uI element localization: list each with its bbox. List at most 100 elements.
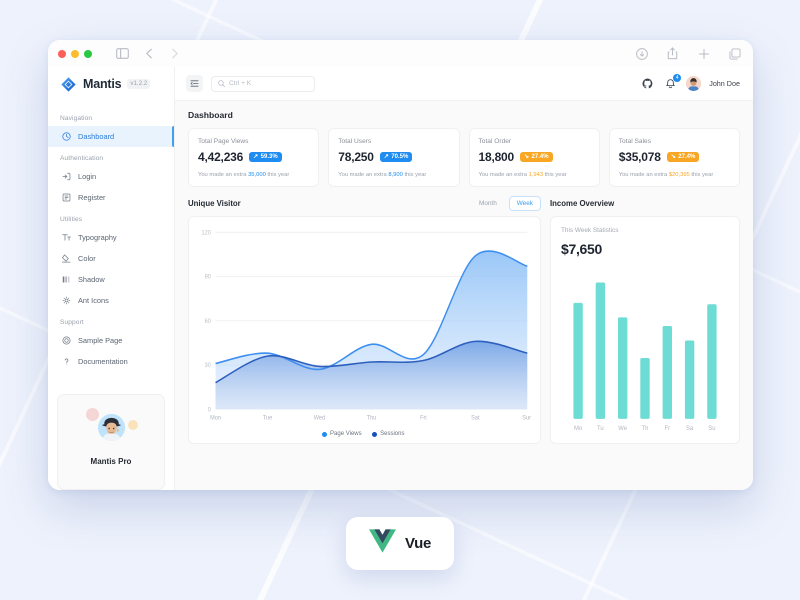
sidebar-item-ant-icons[interactable]: Ant Icons [48, 290, 174, 311]
stat-card-total-page-views[interactable]: Total Page Views 4,42,236 ↗ 59.3% You ma… [188, 128, 320, 187]
content-area: Dashboard Total Page Views 4,42,236 ↗ 59… [175, 101, 753, 490]
sidebar-item-sample-page[interactable]: Sample Page [48, 330, 174, 351]
sidebar-nav: Navigation Dashboard Authentication Logi… [48, 101, 174, 388]
stat-label: Total Users [338, 138, 372, 145]
ant-icons-icon [62, 296, 71, 305]
bar [618, 317, 628, 419]
stat-label: Total Page Views [198, 138, 249, 145]
vue-logo [368, 529, 396, 558]
sidebar-item-label: Documentation [78, 357, 128, 366]
area-chart[interactable]: 0 30 60 90 120 Mon Tue Wed Thu Fri Sat Sun [195, 226, 531, 426]
sidebar-item-label: Sample Page [78, 336, 123, 345]
income-subtitle: This Week Statistics [561, 227, 619, 234]
status-badge: ↗ 70.5% [379, 152, 413, 162]
sidebar-item-label: Login [78, 172, 97, 181]
chevron-right-icon[interactable] [166, 45, 183, 62]
app-shell: Mantis v1.2.2 Navigation Dashboard Authe… [48, 67, 753, 490]
stat-card-total-users[interactable]: Total Users 78,250 ↗ 70.5% You made an e… [328, 128, 460, 187]
legend-item-page-views[interactable]: Page Views [321, 431, 362, 437]
user-name: John Doe [709, 79, 740, 88]
stat-sub-suffix: this year [543, 172, 567, 178]
stat-label: Total Order [478, 138, 512, 145]
range-toggle: Month Week [471, 195, 541, 211]
zoom-window-button[interactable] [84, 49, 92, 58]
github-icon[interactable] [640, 76, 655, 91]
stat-card-total-order[interactable]: Total Order 18,800 ↘ 27.4% You made an e… [468, 128, 600, 187]
sidebar-item-register[interactable]: Register [48, 187, 174, 208]
svg-text:Th: Th [642, 425, 649, 432]
chip-value: 27.4% [678, 154, 696, 160]
svg-text:0: 0 [208, 407, 212, 413]
download-icon[interactable] [633, 45, 650, 62]
svg-text:Su: Su [708, 425, 716, 432]
sidebar-item-shadow[interactable]: Shadow [48, 269, 174, 290]
brand-version-badge: v1.2.2 [127, 79, 151, 89]
sidebar-item-documentation[interactable]: Documentation [48, 351, 174, 372]
menu-collapse-icon[interactable] [186, 75, 203, 92]
plus-icon[interactable] [695, 45, 712, 62]
stat-sub-value: 1,943 [528, 172, 544, 178]
color-icon [62, 254, 71, 263]
sidebar-item-label: Color [78, 254, 96, 263]
sidebar-item-typography[interactable]: Typography [48, 227, 174, 248]
stat-value: 78,250 [338, 150, 374, 164]
stat-sub-prefix: You made an extra [618, 172, 669, 178]
page-title: Dashboard [188, 110, 233, 120]
svg-text:Fr: Fr [665, 425, 671, 432]
stat-card-total-sales[interactable]: Total Sales $35,078 ↘ 27.4% You made an … [608, 128, 740, 187]
unique-visitor-header: Unique Visitor Month Week [188, 195, 541, 211]
stat-main: 4,42,236 ↗ 59.3% [198, 150, 309, 164]
share-icon[interactable] [664, 45, 681, 62]
mantis-pro-card[interactable]: Mantis Pro [57, 394, 165, 490]
trend-down-icon: ↘ [670, 154, 676, 160]
vue-label: Vue [404, 535, 432, 552]
browser-window: Mantis v1.2.2 Navigation Dashboard Authe… [48, 40, 753, 490]
stat-sub-prefix: You made an extra [198, 172, 249, 178]
status-badge: ↘ 27.4% [666, 152, 700, 162]
stat-sub-suffix: this year [265, 172, 290, 178]
pro-illustration [84, 408, 138, 452]
chevron-left-icon[interactable] [140, 45, 157, 62]
vue-badge: Vue [346, 517, 454, 570]
stat-sub-suffix: this year [402, 172, 427, 178]
notifications-button[interactable]: 4 [663, 74, 682, 91]
sidebar-section-authentication: Authentication [60, 155, 104, 162]
tabs-icon[interactable] [726, 45, 743, 62]
income-overview-panel: Income Overview This Week Statistics $7,… [550, 196, 740, 444]
legend-item-sessions[interactable]: Sessions [371, 431, 405, 437]
status-badge: ↘ 27.4% [520, 152, 553, 162]
main-area: Ctrl + K 4 John Doe Dashboard Total Page… [175, 67, 753, 490]
avatar[interactable] [686, 76, 702, 91]
sidebar-item-dashboard[interactable]: Dashboard [48, 126, 174, 147]
svg-text:Mo: Mo [574, 425, 583, 432]
search-icon [218, 80, 225, 87]
svg-text:60: 60 [205, 319, 212, 325]
svg-text:Fri: Fri [420, 415, 427, 421]
bar [573, 302, 583, 419]
legend-dot [371, 431, 377, 437]
search-input[interactable]: Ctrl + K [211, 75, 315, 92]
svg-text:Sat: Sat [471, 415, 480, 421]
sidebar-icon[interactable] [114, 45, 131, 62]
sidebar-item-label: Ant Icons [78, 296, 109, 305]
svg-text:We: We [618, 425, 627, 432]
brand[interactable]: Mantis v1.2.2 [48, 67, 174, 101]
sidebar-item-color[interactable]: Color [48, 248, 174, 269]
legend-label: Sessions [380, 431, 405, 437]
bar [595, 282, 606, 419]
sidebar-item-login[interactable]: Login [48, 166, 174, 187]
range-option-week[interactable]: Week [508, 195, 541, 211]
bar-chart[interactable]: Mo Tu We Th Fr Sa Su [561, 267, 729, 437]
login-icon [62, 172, 71, 181]
svg-text:Sa: Sa [686, 425, 694, 432]
sidebar-section-support: Support [60, 319, 84, 326]
stat-main: 18,800 ↘ 27.4% [479, 150, 590, 164]
titlebar-action-group [633, 45, 743, 62]
minimize-window-button[interactable] [71, 49, 79, 58]
dashboard-icon [62, 132, 71, 141]
titlebar-nav-group [114, 45, 183, 62]
range-option-month[interactable]: Month [471, 196, 505, 211]
typography-icon [62, 233, 71, 242]
pro-avatar [98, 414, 125, 441]
close-window-button[interactable] [58, 49, 66, 58]
